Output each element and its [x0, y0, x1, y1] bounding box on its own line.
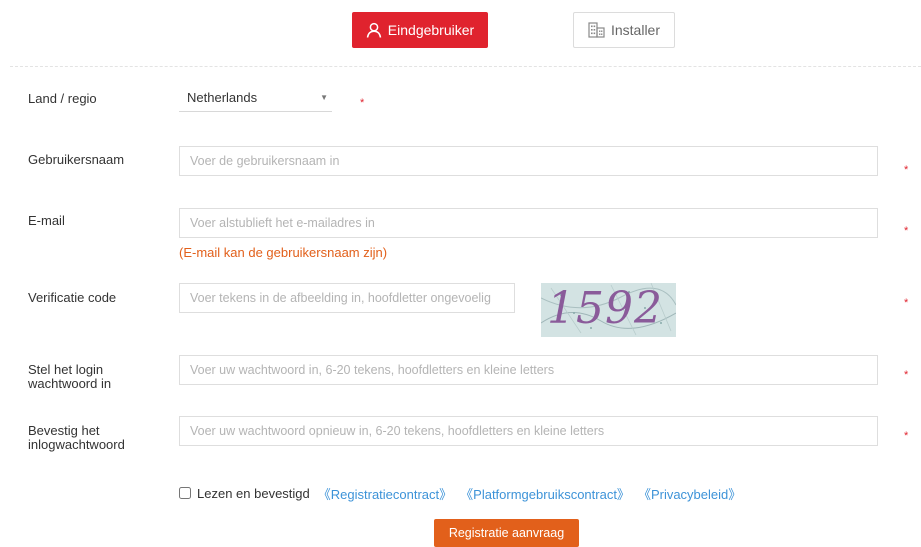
- agreement-row: Lezen en bevestigd 《Registratiecontract》…: [179, 484, 741, 502]
- confirm-label-line1: Bevestig het: [28, 423, 100, 438]
- required-marker-email: *: [904, 225, 909, 237]
- required-marker-captcha: *: [904, 297, 909, 309]
- username-input[interactable]: [179, 146, 878, 176]
- tab-installer-label: Installer: [610, 22, 661, 38]
- user-icon: [366, 22, 382, 38]
- country-select[interactable]: Netherlands ▼: [179, 84, 332, 112]
- email-hint: (E-mail kan de gebruikersnaam zijn): [179, 245, 388, 260]
- tab-enduser[interactable]: Eindgebruiker: [352, 12, 488, 48]
- captcha-image[interactable]: 1592: [541, 283, 676, 337]
- password-label-line2: wachtwoord in: [28, 376, 112, 391]
- submit-registration-button[interactable]: Registratie aanvraag: [434, 519, 579, 547]
- agreement-checkbox[interactable]: [179, 487, 191, 499]
- email-input[interactable]: [179, 208, 878, 238]
- password-input[interactable]: [179, 355, 878, 385]
- confirm-password-label: Bevestig het inlogwachtwoord: [28, 424, 125, 452]
- required-marker-username: *: [904, 164, 909, 176]
- account-type-tabs: Eindgebruiker Installer: [0, 12, 921, 49]
- tab-enduser-label: Eindgebruiker: [387, 22, 475, 38]
- agreement-text: Lezen en bevestigd: [197, 485, 310, 501]
- username-label: Gebruikersnaam: [28, 152, 125, 167]
- required-marker-password: *: [904, 369, 909, 381]
- country-value: Netherlands: [187, 90, 258, 105]
- link-privacy-policy[interactable]: 《Privacybeleid》: [638, 484, 741, 503]
- confirm-password-input[interactable]: [179, 416, 878, 446]
- confirm-label-line2: inlogwachtwoord: [28, 437, 125, 452]
- tab-installer[interactable]: Installer: [573, 12, 675, 48]
- chevron-down-icon: ▼: [320, 93, 328, 102]
- password-label: Stel het login wachtwoord in: [28, 363, 111, 391]
- building-icon: [588, 22, 605, 38]
- link-platform-contract[interactable]: 《Platformgebruikscontract》: [460, 484, 630, 503]
- country-label: Land / regio: [28, 91, 97, 106]
- link-registration-contract[interactable]: 《Registratiecontract》: [318, 484, 452, 503]
- email-label: E-mail: [28, 213, 65, 228]
- password-label-line1: Stel het login: [28, 362, 104, 377]
- captcha-input[interactable]: [179, 283, 515, 313]
- captcha-label: Verificatie code: [28, 290, 117, 305]
- required-marker-confirm: *: [904, 430, 909, 442]
- divider: [10, 66, 921, 67]
- required-marker-country: *: [360, 97, 365, 109]
- captcha-text: 1592: [547, 283, 663, 334]
